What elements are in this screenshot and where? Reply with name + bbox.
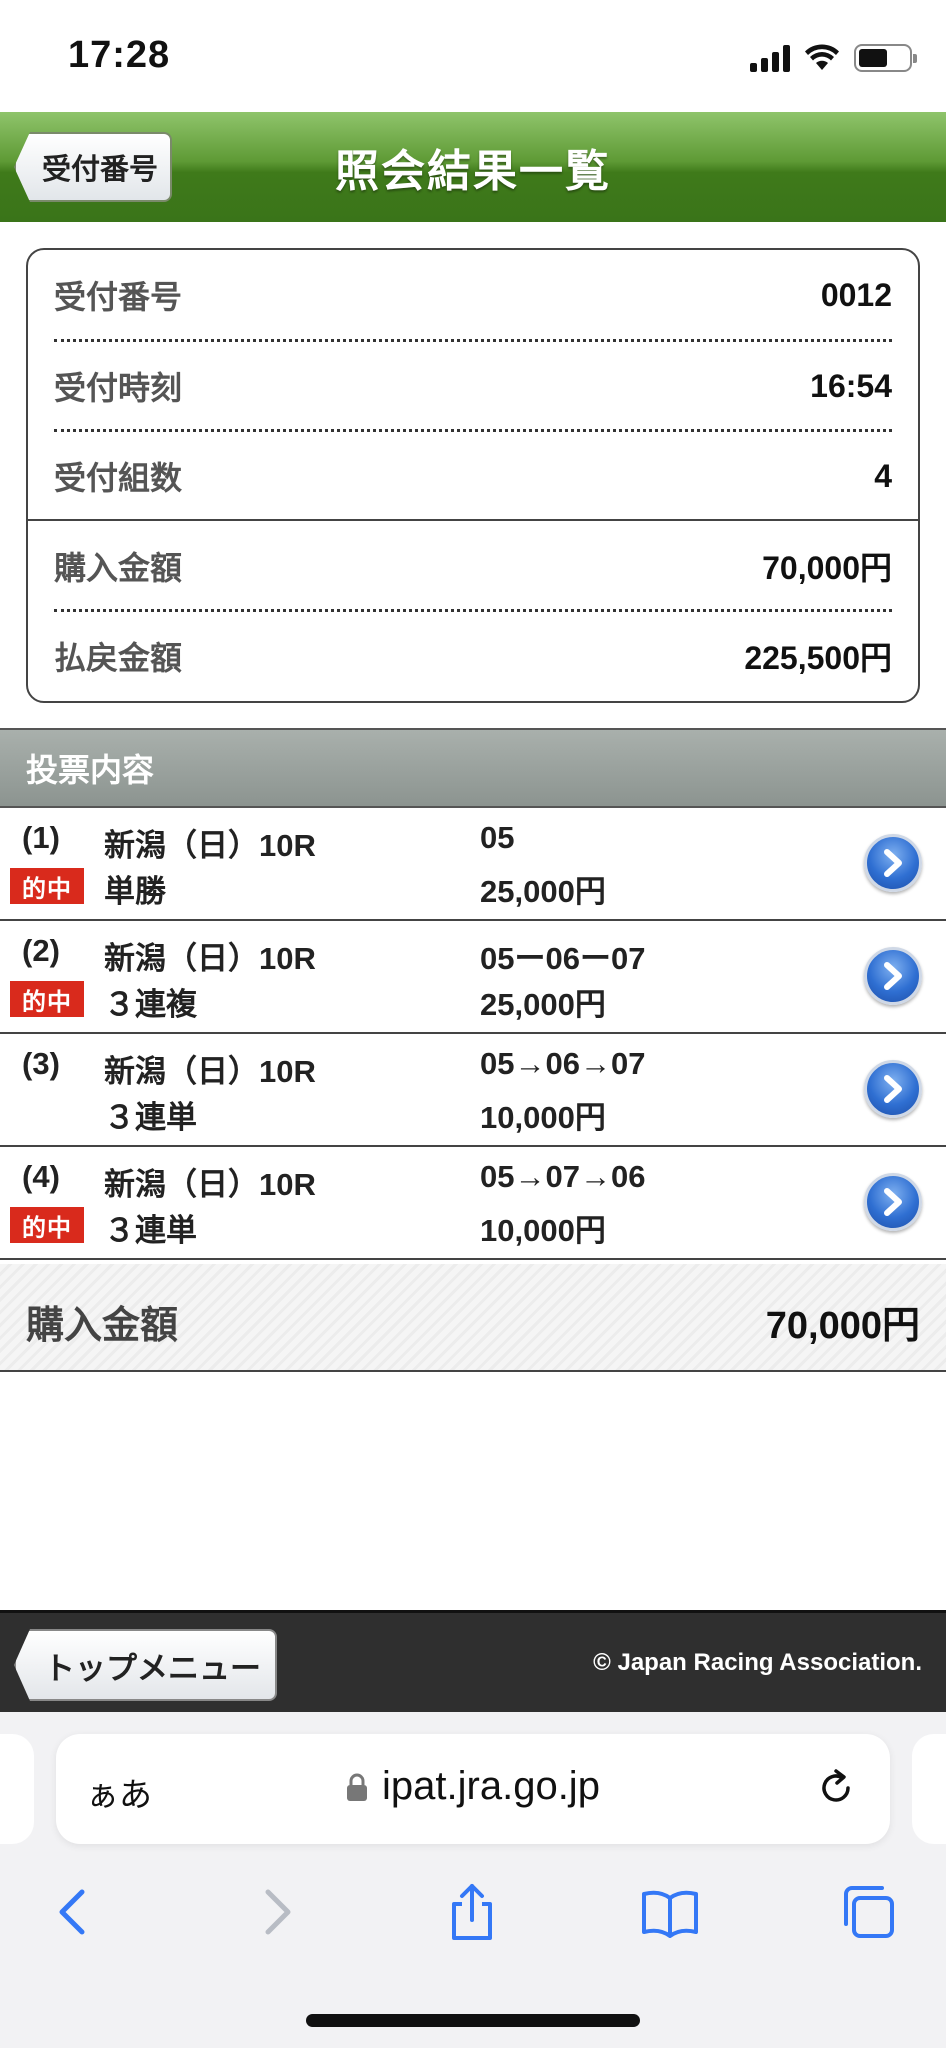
vote-amount: 10,000円 (480, 1213, 606, 1248)
battery-icon (854, 44, 917, 72)
vote-amount: 25,000円 (480, 987, 606, 1022)
total-value: 70,000円 (765, 1305, 920, 1347)
detail-arrow-button[interactable] (864, 947, 922, 1005)
home-indicator (306, 2014, 640, 2027)
summary-row-receipt-time: 受付時刻 16:54 (54, 341, 892, 431)
summary-label: 受付番号 (54, 279, 183, 315)
summary-label: 払戻金額 (54, 640, 183, 676)
page-header: 受付番号 照会結果一覧 (0, 112, 946, 222)
detail-arrow-button[interactable] (864, 1060, 922, 1118)
vote-number: (1) (22, 820, 60, 855)
vote-amount: 10,000円 (480, 1100, 606, 1135)
vote-race: 新潟（日）10R (104, 941, 316, 976)
top-menu-button[interactable]: トップメニュー (14, 1629, 277, 1701)
vote-combination: 05→07→06 (480, 1159, 646, 1194)
summary-value: 0012 (820, 276, 892, 313)
vote-combination: 05ー06ー07 (480, 941, 646, 976)
address-bar[interactable]: ぁあ ipat.jra.go.jp (56, 1734, 890, 1844)
vote-row[interactable]: (1) 新潟（日）10R 的中 単勝 05 25,000円 (0, 808, 946, 921)
status-time: 17:28 (68, 34, 171, 76)
browser-toolbar (0, 1852, 946, 1962)
vote-row[interactable]: (4) 新潟（日）10R 的中 ３連単 05→07→06 10,000円 (0, 1147, 946, 1260)
reload-icon[interactable] (812, 1764, 860, 1812)
next-tab-peek[interactable] (912, 1734, 946, 1844)
vote-row[interactable]: (2) 新潟（日）10R 的中 ３連複 05ー06ー07 25,000円 (0, 921, 946, 1034)
share-icon[interactable] (442, 1882, 502, 1942)
status-bar: 17:28 (0, 0, 946, 112)
summary-row-receipt-number: 受付番号 0012 (54, 250, 892, 340)
vote-number: (3) (22, 1046, 60, 1081)
url-display: ipat.jra.go.jp (56, 1764, 890, 1809)
lock-icon (347, 1773, 368, 1801)
hit-badge: 的中 (10, 1207, 84, 1243)
page-title: 照会結果一覧 (335, 147, 611, 196)
footer-bar: トップメニュー © Japan Racing Association. (0, 1610, 946, 1712)
forward-arrow-icon[interactable] (246, 1882, 306, 1942)
wifi-icon (805, 44, 839, 70)
hit-badge: 的中 (10, 981, 84, 1017)
chevron-right-icon (884, 1075, 902, 1103)
summary-value: 16:54 (810, 367, 892, 404)
chevron-right-icon (884, 849, 902, 877)
summary-label: 受付組数 (54, 460, 183, 496)
chevron-right-icon (884, 1188, 902, 1216)
detail-arrow-button[interactable] (864, 834, 922, 892)
vote-row[interactable]: (3) 新潟（日）10R ３連単 05→06→07 10,000円 (0, 1034, 946, 1147)
back-arrow-icon[interactable] (44, 1882, 104, 1942)
summary-box: 受付番号 0012 受付時刻 16:54 受付組数 4 購入金額 70,000円… (26, 248, 920, 703)
vote-combination: 05→06→07 (480, 1046, 646, 1081)
vote-number: (4) (22, 1159, 60, 1194)
tabs-icon[interactable] (838, 1882, 898, 1942)
vote-number: (2) (22, 933, 60, 968)
vote-race: 新潟（日）10R (104, 1054, 316, 1089)
summary-label: 購入金額 (54, 550, 183, 586)
total-row: 購入金額 70,000円 (0, 1264, 946, 1372)
hit-badge: 的中 (10, 868, 84, 904)
summary-value: 70,000円 (762, 550, 892, 586)
total-label: 購入金額 (26, 1305, 179, 1347)
vote-race: 新潟（日）10R (104, 1167, 316, 1202)
vote-bet-type: ３連単 (104, 1100, 197, 1135)
detail-arrow-button[interactable] (864, 1173, 922, 1231)
vote-race: 新潟（日）10R (104, 828, 316, 863)
vote-bet-type: ３連複 (104, 987, 197, 1022)
vote-bet-type: ３連単 (104, 1213, 197, 1248)
summary-value: 4 (874, 457, 892, 494)
vote-bet-type: 単勝 (104, 874, 166, 909)
status-icons (750, 40, 917, 76)
section-header-votes: 投票内容 (0, 728, 946, 808)
vote-amount: 25,000円 (480, 874, 606, 909)
bookmarks-icon[interactable] (640, 1882, 700, 1942)
summary-row-purchase-amount: 購入金額 70,000円 (54, 521, 892, 611)
browser-chrome: ぁあ ipat.jra.go.jp (0, 1712, 946, 2048)
url-text: ipat.jra.go.jp (382, 1764, 600, 1808)
previous-tab-peek[interactable] (0, 1734, 34, 1844)
chevron-right-icon (884, 962, 902, 990)
summary-label: 受付時刻 (54, 370, 183, 406)
summary-row-payout-amount: 払戻金額 225,500円 (54, 611, 892, 701)
summary-value: 225,500円 (744, 640, 892, 676)
summary-row-set-count: 受付組数 4 (54, 431, 892, 521)
copyright-text: © Japan Racing Association. (593, 1649, 922, 1676)
cellular-signal-icon (750, 44, 790, 72)
vote-combination: 05 (480, 820, 515, 855)
